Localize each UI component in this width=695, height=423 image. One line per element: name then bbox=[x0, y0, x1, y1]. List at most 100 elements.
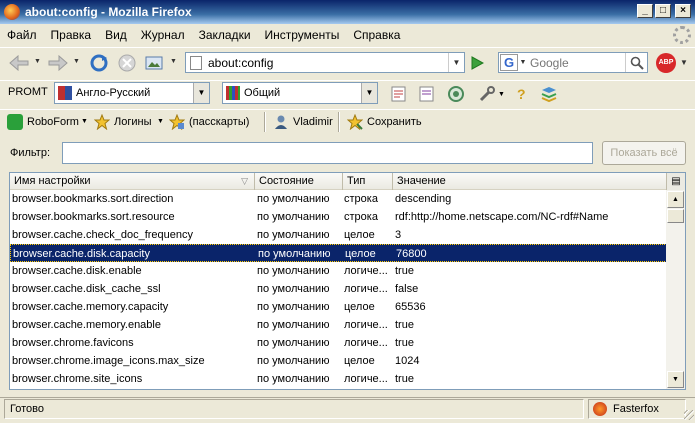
menu-bar: Файл Правка Вид Журнал Закладки Инструме… bbox=[0, 24, 695, 46]
show-all-button[interactable]: Показать всё bbox=[602, 141, 686, 165]
column-header-value[interactable]: Значение bbox=[393, 173, 667, 190]
pref-status-cell: по умолчанию bbox=[257, 301, 330, 313]
adblock-plus-dropdown[interactable]: ▼ bbox=[680, 58, 688, 67]
picture-icon bbox=[145, 56, 163, 70]
back-history-dropdown[interactable]: ▼ bbox=[34, 58, 41, 66]
tools-icon[interactable] bbox=[478, 85, 496, 103]
search-button[interactable] bbox=[625, 53, 647, 72]
table-body: browser.bookmarks.sort.direction по умолч… bbox=[10, 190, 667, 388]
tools-dropdown[interactable]: ▼ bbox=[498, 91, 505, 98]
menu-file[interactable]: Файл bbox=[0, 28, 44, 42]
back-button[interactable] bbox=[8, 52, 30, 74]
menu-edit[interactable]: Правка bbox=[44, 28, 99, 42]
table-row[interactable]: browser.cache.memory.enable по умолчанию л… bbox=[10, 316, 667, 334]
scroll-thumb[interactable] bbox=[667, 209, 684, 223]
url-bar[interactable]: about:config ▼ bbox=[185, 52, 465, 73]
pref-status-cell: по умолчанию bbox=[257, 283, 330, 295]
forward-button[interactable] bbox=[47, 52, 69, 74]
table-row[interactable]: browser.cache.check_doc_frequency по умол… bbox=[10, 226, 667, 244]
menu-history[interactable]: Журнал bbox=[134, 28, 192, 42]
forward-history-dropdown[interactable]: ▼ bbox=[73, 58, 80, 66]
google-engine-icon[interactable]: G bbox=[500, 54, 518, 71]
magnifier-icon bbox=[630, 56, 644, 70]
pref-value-cell: true bbox=[395, 265, 414, 277]
table-row[interactable]: browser.cache.disk_cache_ssl по умолчанию… bbox=[10, 280, 667, 298]
forward-arrow-icon bbox=[48, 55, 68, 71]
pref-value-cell: true bbox=[395, 319, 414, 331]
promt-label: PROMT bbox=[8, 86, 48, 98]
books-icon bbox=[226, 86, 240, 100]
search-input[interactable] bbox=[528, 54, 622, 71]
menu-bookmarks[interactable]: Закладки bbox=[192, 28, 258, 42]
roboform-dropdown[interactable]: ▼ bbox=[81, 118, 88, 125]
translation-direction-dropdown[interactable]: ▼ bbox=[193, 83, 209, 103]
home-button[interactable] bbox=[143, 52, 165, 74]
search-engine-dropdown[interactable]: ▼ bbox=[518, 59, 528, 66]
pref-type-cell: логиче... bbox=[344, 319, 388, 331]
table-row[interactable]: browser.chrome.favicons по умолчанию логич… bbox=[10, 334, 667, 352]
adblock-plus-button[interactable]: ABP bbox=[656, 53, 676, 73]
column-header-status[interactable]: Состояние bbox=[255, 173, 343, 190]
translation-topic-select[interactable]: Общий ▼ bbox=[222, 82, 378, 104]
window-title: about:config - Mozilla Firefox bbox=[25, 5, 192, 19]
stop-button[interactable] bbox=[116, 52, 138, 74]
translate-selection-icon[interactable] bbox=[418, 85, 436, 103]
resize-grip[interactable] bbox=[684, 410, 694, 420]
filter-input[interactable] bbox=[62, 142, 593, 164]
pref-name-cell: browser.bookmarks.sort.resource bbox=[12, 211, 175, 223]
pref-value-cell: rdf:http://home.netscape.com/NC-rdf#Name bbox=[395, 211, 609, 223]
translate-page-icon[interactable] bbox=[390, 85, 408, 103]
pref-name-cell: browser.chrome.site_icons bbox=[12, 373, 143, 385]
passcards-label: (пасскарты) bbox=[189, 116, 250, 128]
menu-view[interactable]: Вид bbox=[98, 28, 134, 42]
promt-settings-icon[interactable] bbox=[540, 85, 558, 103]
translator-icon[interactable] bbox=[447, 85, 465, 103]
column-picker-icon[interactable]: ▤ bbox=[666, 173, 685, 190]
help-icon[interactable]: ? bbox=[512, 85, 530, 103]
column-header-type[interactable]: Тип bbox=[343, 173, 393, 190]
table-row[interactable]: browser.bookmarks.sort.resource по умолча… bbox=[10, 208, 667, 226]
roboform-icon bbox=[7, 114, 23, 130]
url-text: about:config bbox=[208, 55, 274, 70]
minimize-button[interactable]: _ bbox=[637, 4, 653, 18]
logins-button[interactable]: Логины bbox=[94, 112, 151, 132]
scroll-up-button[interactable]: ▲ bbox=[667, 191, 684, 208]
column-header-name[interactable]: Имя настройки ▽ bbox=[10, 173, 255, 190]
reload-button[interactable] bbox=[88, 52, 110, 74]
page-icon bbox=[190, 55, 202, 70]
preferences-table: Имя настройки ▽ Состояние Тип Значение ▤… bbox=[9, 172, 686, 390]
roboform-button[interactable]: RoboForm bbox=[7, 112, 79, 132]
menu-help[interactable]: Справка bbox=[346, 28, 407, 42]
table-row[interactable]: browser.cache.disk.capacity по умолчанию ц… bbox=[10, 244, 667, 262]
pref-type-cell: целое bbox=[344, 301, 375, 313]
menu-tools[interactable]: Инструменты bbox=[258, 28, 347, 42]
table-row[interactable]: browser.cache.disk.enable по умолчанию лог… bbox=[10, 262, 667, 280]
table-row[interactable]: browser.bookmarks.sort.direction по умолч… bbox=[10, 190, 667, 208]
user-identity-button[interactable]: Vladimir bbox=[273, 112, 333, 132]
pref-value-cell: 65536 bbox=[395, 301, 426, 313]
translation-direction-select[interactable]: Англо-Русский ▼ bbox=[54, 82, 210, 104]
roboform-label: RoboForm bbox=[27, 116, 79, 128]
pref-name-cell: browser.chrome.image_icons.max_size bbox=[12, 355, 205, 367]
pref-type-cell: логиче... bbox=[344, 337, 388, 349]
logins-dropdown[interactable]: ▼ bbox=[157, 118, 164, 125]
table-row[interactable]: browser.chrome.image_icons.max_size по ум… bbox=[10, 352, 667, 370]
table-row[interactable]: browser.chrome.site_icons по умолчанию лог… bbox=[10, 370, 667, 388]
save-button[interactable]: Сохранить bbox=[347, 112, 422, 132]
url-history-dropdown[interactable]: ▼ bbox=[448, 53, 464, 72]
table-row[interactable]: browser.cache.memory.capacity по умолчани… bbox=[10, 298, 667, 316]
pref-status-cell: по умолчанию bbox=[257, 319, 330, 331]
reload-icon bbox=[90, 54, 108, 72]
go-button[interactable] bbox=[466, 52, 488, 73]
maximize-button[interactable]: □ bbox=[655, 4, 671, 18]
translation-topic-dropdown[interactable]: ▼ bbox=[361, 83, 377, 103]
passcards-button[interactable]: (пасскарты) bbox=[169, 112, 249, 132]
pref-type-cell: целое bbox=[344, 355, 375, 367]
fasterfox-panel[interactable]: Fasterfox bbox=[588, 399, 686, 419]
table-header: Имя настройки ▽ Состояние Тип Значение bbox=[10, 173, 667, 190]
home-dropdown[interactable]: ▼ bbox=[170, 58, 177, 66]
close-button[interactable]: × bbox=[675, 4, 691, 18]
scroll-down-button[interactable]: ▼ bbox=[667, 371, 684, 388]
vertical-scrollbar[interactable]: ▲ ▼ bbox=[666, 190, 685, 389]
pref-status-cell: по умолчанию bbox=[257, 193, 330, 205]
